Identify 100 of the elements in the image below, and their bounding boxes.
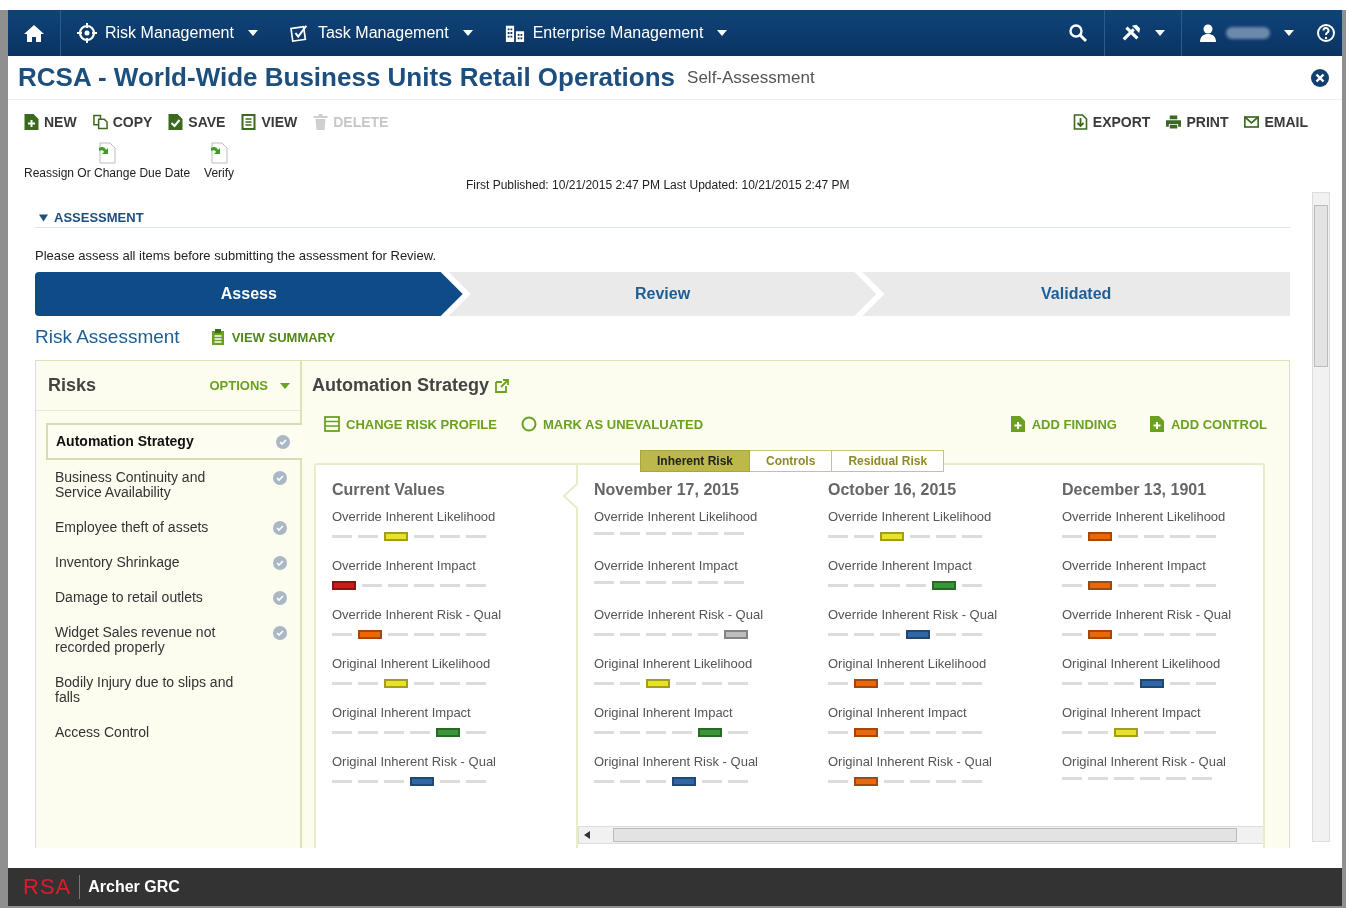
rating-level[interactable] xyxy=(332,731,352,734)
rating-level[interactable] xyxy=(414,682,434,685)
rating-level[interactable] xyxy=(854,633,874,636)
rating-level[interactable] xyxy=(910,731,930,734)
progress-step[interactable]: Review xyxy=(448,272,877,316)
rating-level[interactable] xyxy=(828,682,848,685)
rating-level[interactable] xyxy=(906,584,926,587)
rating-level[interactable] xyxy=(362,584,382,587)
rating-level[interactable] xyxy=(594,633,614,636)
rating-level[interactable] xyxy=(594,780,614,783)
rating-level[interactable] xyxy=(936,535,956,538)
rating-level[interactable] xyxy=(440,682,460,685)
rating-level[interactable] xyxy=(672,581,692,584)
rating-level[interactable] xyxy=(672,777,696,786)
rating-level[interactable] xyxy=(1170,633,1190,636)
rating-level[interactable] xyxy=(1088,777,1108,780)
rating-level[interactable] xyxy=(1118,535,1138,538)
rating-level[interactable] xyxy=(1114,682,1134,685)
rating-level[interactable] xyxy=(358,780,378,783)
rating-level[interactable] xyxy=(854,728,878,737)
nav-menu[interactable]: Enterprise Management xyxy=(488,10,744,56)
rating-level[interactable] xyxy=(436,728,460,737)
risk-item[interactable]: Damage to retail outlets xyxy=(46,580,300,615)
rating-level[interactable] xyxy=(854,535,874,538)
rating-level[interactable] xyxy=(1088,532,1112,541)
rating-level[interactable] xyxy=(646,633,666,636)
rating-level[interactable] xyxy=(332,780,352,783)
rating-level[interactable] xyxy=(1114,728,1138,737)
toolbar-button[interactable]: PRINT xyxy=(1166,114,1229,130)
rating-level[interactable] xyxy=(828,633,848,636)
rating-level[interactable] xyxy=(728,731,748,734)
risk-item[interactable]: Access Control xyxy=(46,715,300,750)
rating-level[interactable] xyxy=(1140,679,1164,688)
rating-level[interactable] xyxy=(620,731,640,734)
rating-level[interactable] xyxy=(672,731,692,734)
rating-level[interactable] xyxy=(962,633,982,636)
rating-level[interactable] xyxy=(698,532,718,535)
rating-level[interactable] xyxy=(594,731,614,734)
rating-level[interactable] xyxy=(1170,584,1190,587)
rating-level[interactable] xyxy=(828,535,848,538)
rating-level[interactable] xyxy=(384,780,404,783)
risk-item[interactable]: Business Continuity and Service Availability xyxy=(46,460,300,510)
rating-level[interactable] xyxy=(1088,630,1112,639)
rating-level[interactable] xyxy=(594,581,614,584)
rating-level[interactable] xyxy=(384,679,408,688)
rating-level[interactable] xyxy=(1062,535,1082,538)
rating-level[interactable] xyxy=(936,731,956,734)
rating-level[interactable] xyxy=(1118,633,1138,636)
toolbar-button[interactable]: COPY xyxy=(92,114,153,130)
rating-level[interactable] xyxy=(1062,633,1082,636)
rating-level[interactable] xyxy=(1062,584,1082,587)
rating-level[interactable] xyxy=(728,780,748,783)
nav-menu[interactable]: Task Management xyxy=(273,10,489,56)
section-toggle[interactable]: ASSESSMENT xyxy=(39,210,144,225)
close-icon[interactable] xyxy=(1310,67,1330,88)
rating-level[interactable] xyxy=(884,780,904,783)
rating-level[interactable] xyxy=(884,682,904,685)
rating-level[interactable] xyxy=(1062,682,1082,685)
rating-level[interactable] xyxy=(1088,731,1108,734)
rating-level[interactable] xyxy=(724,581,744,584)
rating-level[interactable] xyxy=(440,633,460,636)
rating-level[interactable] xyxy=(828,731,848,734)
rating-level[interactable] xyxy=(646,780,666,783)
rating-level[interactable] xyxy=(440,780,460,783)
rating-level[interactable] xyxy=(388,584,408,587)
rating-level[interactable] xyxy=(724,532,744,535)
rating-level[interactable] xyxy=(884,731,904,734)
rating-level[interactable] xyxy=(358,630,382,639)
toolbar-button[interactable]: EXPORT xyxy=(1072,114,1151,130)
vertical-scrollbar[interactable] xyxy=(1312,192,1330,842)
rating-level[interactable] xyxy=(962,682,982,685)
rating-level[interactable] xyxy=(672,532,692,535)
rating-level[interactable] xyxy=(1144,584,1164,587)
rating-level[interactable] xyxy=(410,731,430,734)
rating-level[interactable] xyxy=(332,581,356,590)
rating-level[interactable] xyxy=(332,682,352,685)
risk-item[interactable]: Bodily Injury due to slips and falls xyxy=(46,665,300,715)
rating-level[interactable] xyxy=(728,682,748,685)
rating-level[interactable] xyxy=(358,535,378,538)
rating-level[interactable] xyxy=(358,682,378,685)
rating-level[interactable] xyxy=(936,633,956,636)
rating-level[interactable] xyxy=(466,731,486,734)
rating-level[interactable] xyxy=(910,780,930,783)
rating-level[interactable] xyxy=(1144,535,1164,538)
rating-level[interactable] xyxy=(358,731,378,734)
rating-level[interactable] xyxy=(828,780,848,783)
rating-level[interactable] xyxy=(910,682,930,685)
rating-level[interactable] xyxy=(880,584,900,587)
risk-item[interactable]: Inventory Shrinkage xyxy=(46,545,300,580)
rating-level[interactable] xyxy=(1170,731,1190,734)
rating-level[interactable] xyxy=(724,630,748,639)
rating-level[interactable] xyxy=(962,584,982,587)
rating-level[interactable] xyxy=(384,532,408,541)
rating-level[interactable] xyxy=(620,633,640,636)
rating-level[interactable] xyxy=(910,535,930,538)
rating-level[interactable] xyxy=(936,682,956,685)
rating-level[interactable] xyxy=(828,584,848,587)
rating-level[interactable] xyxy=(1192,777,1212,780)
tab[interactable]: Controls xyxy=(750,450,833,472)
action-button[interactable]: Reassign Or Change Due Date xyxy=(24,142,191,180)
